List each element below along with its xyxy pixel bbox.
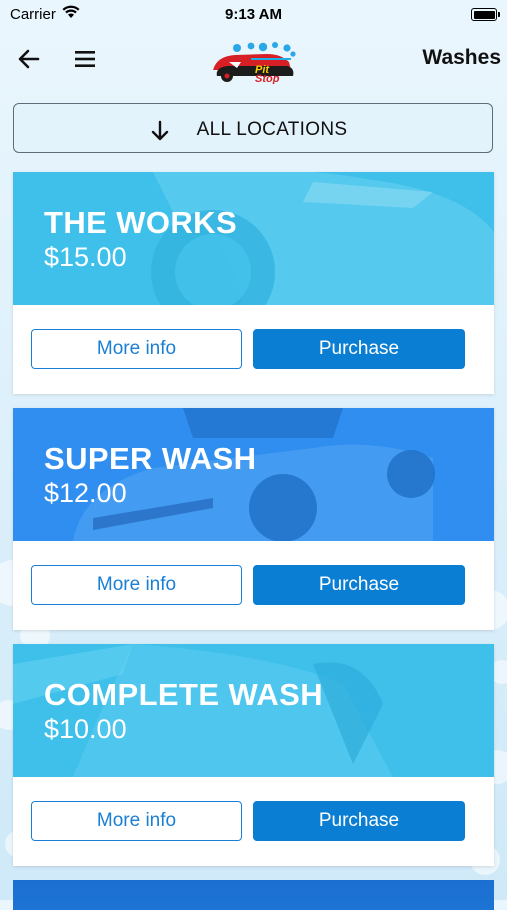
menu-button[interactable] <box>74 48 96 70</box>
more-info-button[interactable]: More info <box>31 565 242 605</box>
arrow-left-icon <box>18 49 40 69</box>
purchase-button[interactable]: Purchase <box>253 329 465 369</box>
status-bar: Carrier 9:13 AM <box>0 0 507 28</box>
wash-card: THE WORKS $15.00 More info Purchase <box>13 172 494 394</box>
page-title: Washes <box>422 46 501 69</box>
wash-card-image: COMPLETE WASH $10.00 <box>13 644 494 777</box>
location-filter-button[interactable]: ALL LOCATIONS <box>13 103 493 153</box>
wash-card-image: THE WORKS $15.00 <box>13 172 494 305</box>
svg-text:Stop: Stop <box>255 73 280 84</box>
wash-price: $12.00 <box>44 478 127 508</box>
wash-name: THE WORKS <box>44 205 238 240</box>
wash-card-image: SUPER WASH $12.00 <box>13 408 494 541</box>
battery-icon <box>471 8 500 21</box>
wash-name: COMPLETE WASH <box>44 677 324 712</box>
wash-price: $10.00 <box>44 714 127 744</box>
wash-card: SUPER WASH $12.00 More info Purchase <box>13 408 494 630</box>
wash-card: COMPLETE WASH $10.00 More info Purchase <box>13 644 494 866</box>
purchase-button[interactable]: Purchase <box>253 565 465 605</box>
location-filter-label: ALL LOCATIONS <box>196 119 348 140</box>
navigation-bar: Pit Stop Washes <box>0 36 507 85</box>
wash-price: $15.00 <box>44 242 127 272</box>
pit-stop-logo: Pit Stop <box>207 40 299 85</box>
more-info-button[interactable]: More info <box>31 329 242 369</box>
hamburger-icon <box>75 51 95 67</box>
back-button[interactable] <box>16 46 42 72</box>
wash-name: SUPER WASH <box>44 441 257 476</box>
clock: 9:13 AM <box>225 6 282 23</box>
purchase-button[interactable]: Purchase <box>253 801 465 841</box>
wash-card-partial[interactable] <box>13 880 494 910</box>
more-info-button[interactable]: More info <box>31 801 242 841</box>
